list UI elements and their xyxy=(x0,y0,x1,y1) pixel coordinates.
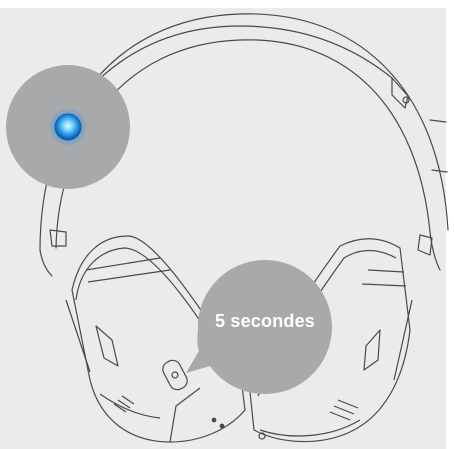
duration-label: 5 secondes xyxy=(214,311,316,331)
instruction-illustration: 5 secondes xyxy=(0,0,454,449)
led-callout xyxy=(6,65,130,189)
headphones-icon xyxy=(0,0,454,449)
